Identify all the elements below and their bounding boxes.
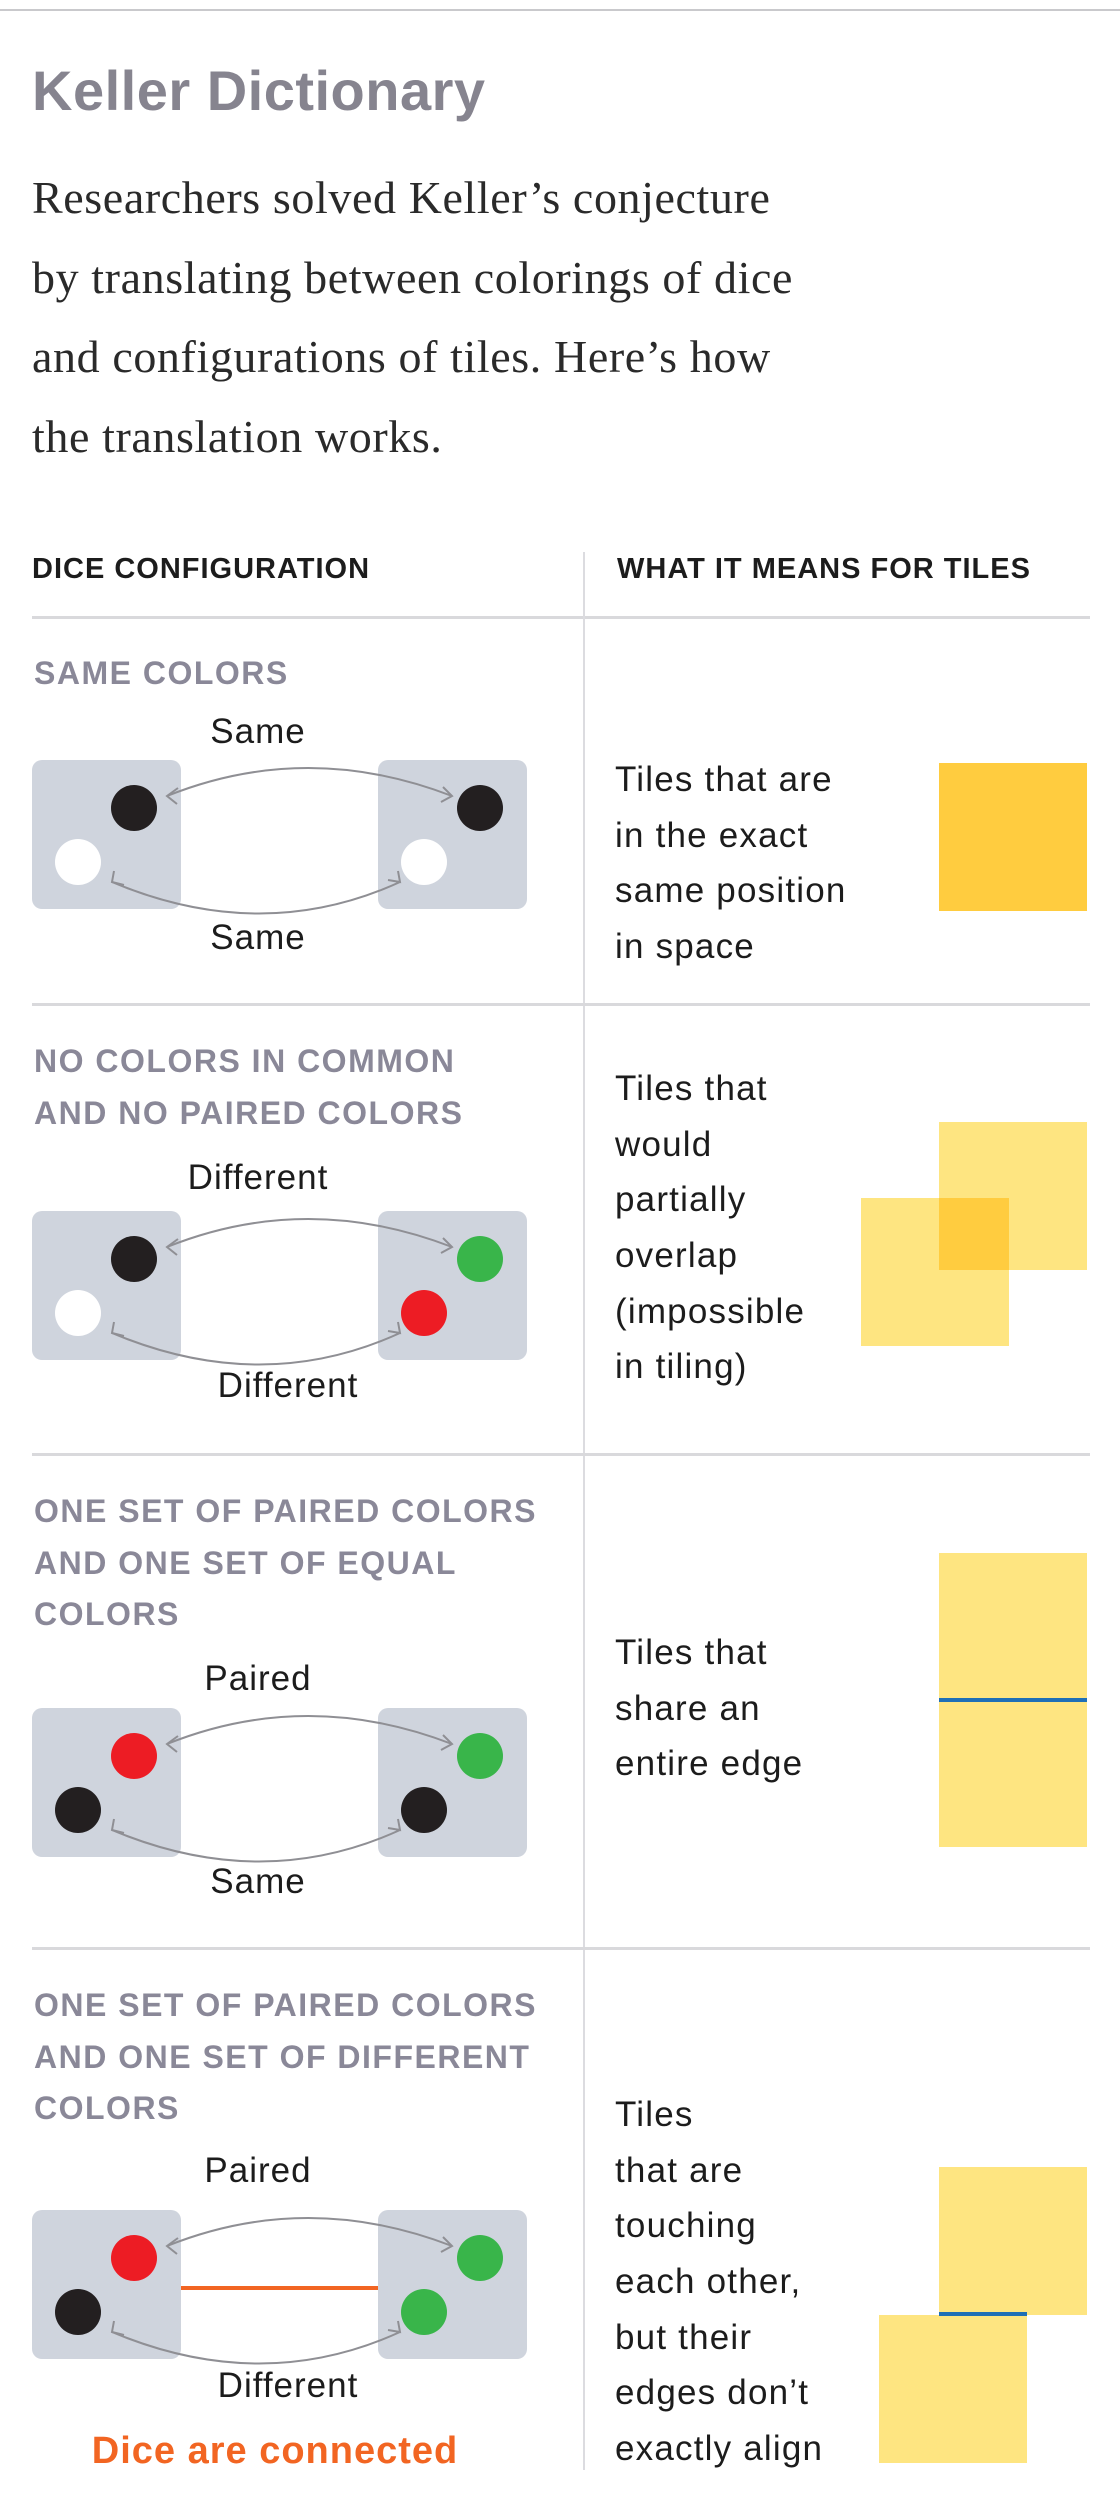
description-line: partially: [615, 1180, 747, 1220]
right-die-bottom-red-dot: [401, 1290, 447, 1336]
left-die-bottom-white-dot: [55, 1290, 101, 1336]
dice-pair: [32, 1708, 527, 1863]
dice-pair: [32, 760, 527, 915]
top-divider: [0, 9, 1120, 11]
condition-label: ONE SET OF PAIRED COLORS AND ONE SET OF D…: [34, 1980, 537, 2135]
description-line: touching: [615, 2206, 757, 2246]
tile-description: Tiles that would partially overlap (impossib…: [615, 1061, 805, 1395]
description-line: same position: [615, 871, 847, 911]
right-die-bottom-green-dot: [401, 2289, 447, 2335]
intro-line: and configurations of tiles. Here’s how: [32, 331, 771, 382]
label-line: AND NO PAIRED COLORS: [34, 1094, 464, 1131]
left-die-top-red-dot: [111, 2235, 157, 2281]
left-die-top-red-dot: [111, 1733, 157, 1779]
top-caption: Paired: [204, 1659, 312, 1698]
intro-text: Researchers solved Keller’s conjecture b…: [32, 158, 793, 476]
touching-edge-line: [939, 2312, 1027, 2316]
description-line: share an: [615, 1688, 761, 1728]
description-line: overlap: [615, 1236, 739, 1276]
row-divider: [32, 1947, 1090, 1950]
page-title: Keller Dictionary: [32, 59, 486, 122]
tile-square: [939, 2167, 1087, 2315]
description-line: in space: [615, 927, 755, 967]
top-caption: Paired: [204, 2151, 312, 2190]
tile-description: Tiles that are touching each other, but thei…: [615, 2087, 823, 2477]
label-line: AND ONE SET OF DIFFERENT: [34, 2038, 531, 2075]
description-line: Tiles that: [615, 1633, 768, 1672]
right-die-top-green-dot: [457, 2235, 503, 2281]
right-die-bottom-black-dot: [401, 1787, 447, 1833]
left-die-bottom-white-dot: [55, 839, 101, 885]
top-caption: Different: [187, 1158, 329, 1197]
label-line: SAME COLORS: [34, 655, 289, 691]
label-line: ONE SET OF PAIRED COLORS: [34, 1987, 537, 2023]
description-line: that are: [615, 2150, 744, 2190]
description-line: (impossible: [615, 1291, 806, 1331]
label-line: COLORS: [34, 2090, 180, 2126]
description-line: in the exact: [615, 815, 809, 855]
intro-line: by translating between colorings of dice: [32, 251, 794, 303]
left-die: [32, 760, 181, 909]
tile-square: [939, 1553, 1087, 1700]
right-die: [378, 760, 527, 909]
condition-label: ONE SET OF PAIRED COLORS AND ONE SET OF E…: [34, 1486, 537, 1641]
description-line: but their: [615, 2317, 753, 2357]
description-line: edges don’t: [615, 2373, 810, 2413]
left-die-top-black-dot: [111, 785, 157, 831]
description-line: in tiling): [615, 1347, 748, 1387]
row-divider: [32, 1453, 1090, 1456]
tile-square: [939, 763, 1087, 911]
right-die: [378, 1211, 527, 1360]
tile-overlap-region: [939, 1198, 1009, 1270]
left-die: [32, 1211, 181, 1360]
intro-line: Researchers solved Keller’s conjecture: [32, 172, 771, 223]
dice-group: [32, 1211, 527, 1366]
intro-line: the translation works.: [32, 410, 443, 462]
condition-label: SAME COLORS: [34, 648, 289, 700]
description-line: Tiles: [615, 2095, 694, 2134]
right-die-bottom-white-dot: [401, 839, 447, 885]
tile-square: [939, 1700, 1087, 1847]
description-line: entire edge: [615, 1744, 804, 1784]
column-header-dice: DICE CONFIGURATION: [32, 553, 371, 585]
column-header-tiles: WHAT IT MEANS FOR TILES: [617, 553, 1031, 585]
label-line: ONE SET OF PAIRED COLORS: [34, 1493, 537, 1529]
row-divider: [32, 1003, 1090, 1006]
right-die-top-black-dot: [457, 785, 503, 831]
right-die-top-green-dot: [457, 1733, 503, 1779]
top-caption: Same: [210, 712, 306, 751]
dice-pair: [32, 2210, 527, 2365]
description-line: Tiles that: [615, 1069, 768, 1108]
dice-group: [32, 2210, 527, 2365]
dice-group: [32, 760, 527, 915]
tile-square: [879, 2315, 1027, 2463]
dice-connected-note: Dice are connected: [91, 2430, 459, 2472]
condition-label: NO COLORS IN COMMON AND NO PAIRED COLORS: [34, 1036, 463, 1139]
description-line: Tiles that are: [615, 760, 833, 799]
dice-group: [32, 1708, 527, 1863]
left-die: [32, 2210, 181, 2359]
label-line: NO COLORS IN COMMON: [34, 1043, 456, 1079]
column-divider: [583, 552, 585, 2470]
dice-pair: [32, 1211, 527, 1366]
description-line: would: [615, 1124, 713, 1164]
left-die-bottom-black-dot: [55, 1787, 101, 1833]
shared-edge-line: [939, 1698, 1087, 1702]
left-die-bottom-black-dot: [55, 2289, 101, 2335]
tile-description: Tiles that are in the exact same position i…: [615, 752, 847, 975]
description-line: each other,: [615, 2262, 802, 2302]
tile-description: Tiles that share an entire edge: [615, 1625, 803, 1792]
right-die-top-green-dot: [457, 1236, 503, 1282]
left-die-top-black-dot: [111, 1236, 157, 1282]
label-line: AND ONE SET OF EQUAL: [34, 1544, 457, 1581]
description-line: exactly align: [615, 2429, 824, 2469]
header-divider: [32, 616, 1090, 619]
right-die: [378, 1708, 527, 1857]
label-line: COLORS: [34, 1596, 180, 1632]
left-die: [32, 1708, 181, 1857]
right-die: [378, 2210, 527, 2359]
